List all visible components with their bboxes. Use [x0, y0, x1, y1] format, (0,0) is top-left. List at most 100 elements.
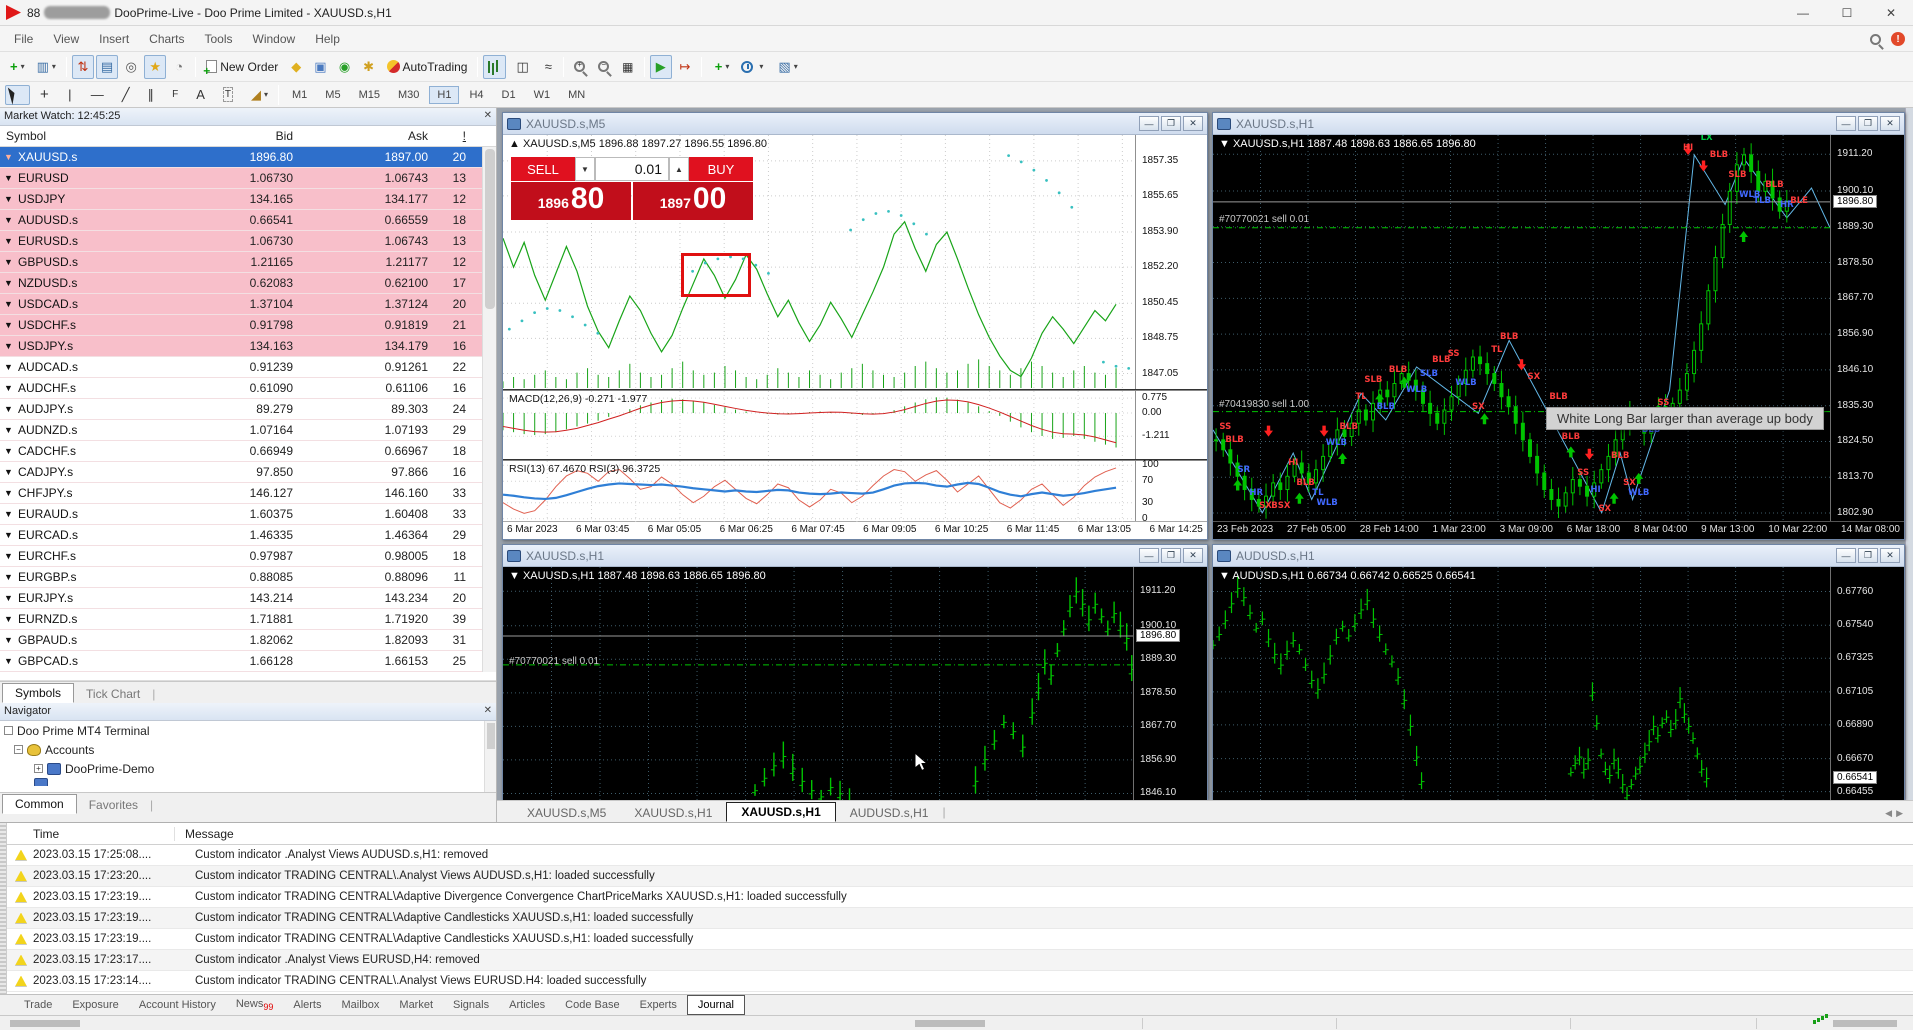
- minimize-button[interactable]: —: [1139, 548, 1159, 563]
- menu-item[interactable]: Tools: [195, 28, 243, 50]
- market-watch-row[interactable]: ▼ CHFJPY.s 146.127 146.160 33: [0, 483, 496, 504]
- timeframe-button[interactable]: D1: [494, 86, 524, 104]
- terminal-tab[interactable]: Code Base: [555, 996, 629, 1014]
- price-axis[interactable]: 1911.201900.101889.301878.501867.701856.…: [1830, 135, 1904, 521]
- market-watch-row[interactable]: ▼ NZDUSD.s 0.62083 0.62100 17: [0, 273, 496, 294]
- close-icon[interactable]: ✕: [484, 110, 492, 121]
- toolbar-button[interactable]: ✱: [358, 55, 380, 79]
- navigator-scrollbar[interactable]: [484, 721, 496, 792]
- zoom-button[interactable]: ▦: [617, 55, 639, 79]
- menu-item[interactable]: Charts: [139, 28, 194, 50]
- time-axis[interactable]: 23 Feb 202327 Feb 05:0028 Feb 14:001 Mar…: [1213, 521, 1904, 539]
- terminal-tab[interactable]: Journal: [687, 995, 745, 1015]
- chart-tool-button[interactable]: ▾: [736, 55, 768, 79]
- scroll-button[interactable]: ▶: [650, 55, 672, 79]
- market-watch-row[interactable]: ▼ USDCHF.s 0.91798 0.91819 21: [0, 315, 496, 336]
- navigator-tab[interactable]: Common: [2, 794, 77, 814]
- toolbar-toggle[interactable]: ⇅: [72, 55, 94, 79]
- market-watch-row[interactable]: ▼ GBPAUD.s 1.82062 1.82093 31: [0, 630, 496, 651]
- zoom-button[interactable]: +: [569, 55, 591, 79]
- market-watch-row[interactable]: ▼ EURUSD.s 1.06730 1.06743 13: [0, 231, 496, 252]
- rsi-axis[interactable]: 10070300: [1135, 461, 1207, 523]
- toolbar-button[interactable]: ◉: [334, 55, 356, 79]
- tree-expander-icon[interactable]: −: [14, 745, 23, 754]
- price-axis[interactable]: 1911.201900.101889.301878.501867.701856.…: [1133, 567, 1207, 800]
- market-watch-scrollbar[interactable]: [482, 147, 496, 672]
- chart-tool-button[interactable]: + ▾: [707, 55, 735, 79]
- market-watch-row[interactable]: ▼ USDJPY.s 134.163 134.179 16: [0, 336, 496, 357]
- toolbar-button[interactable]: ▣: [309, 55, 331, 79]
- menu-item[interactable]: View: [43, 28, 89, 50]
- journal-row[interactable]: 2023.03.15 17:23:20.... Custom indicator…: [7, 866, 1913, 887]
- timeframe-button[interactable]: M30: [390, 86, 427, 104]
- terminal-tab[interactable]: Articles: [499, 996, 555, 1014]
- rsi-indicator-pane[interactable]: RSI(13) 67.4670 RSI(3) 96.3725: [503, 461, 1135, 523]
- timeframe-button[interactable]: W1: [526, 86, 559, 104]
- toolbar-toggle[interactable]: ▤: [96, 55, 118, 79]
- market-watch-row[interactable]: ▼ AUDUSD.s 0.66541 0.66559 18: [0, 210, 496, 231]
- volume-stepper[interactable]: ▲: [669, 157, 689, 181]
- market-watch-row[interactable]: ▼ EURAUD.s 1.60375 1.60408 33: [0, 504, 496, 525]
- maximize-button[interactable]: ☐: [1825, 0, 1869, 26]
- toolbar-button[interactable]: ◆: [285, 55, 307, 79]
- market-watch-tab[interactable]: Symbols: [2, 683, 74, 703]
- drawing-tool-button[interactable]: |: [59, 85, 81, 105]
- terminal-tab[interactable]: News99: [226, 995, 284, 1015]
- market-watch-row[interactable]: ▼ CADJPY.s 97.850 97.866 16: [0, 462, 496, 483]
- timeframe-button[interactable]: H1: [429, 86, 459, 104]
- menu-item[interactable]: Insert: [89, 28, 139, 50]
- journal-row[interactable]: 2023.03.15 17:23:17.... Custom indicator…: [7, 950, 1913, 971]
- minimize-button[interactable]: —: [1139, 116, 1159, 131]
- minimize-button[interactable]: —: [1836, 116, 1856, 131]
- drawing-tool-button[interactable]: [5, 85, 30, 105]
- toolbar-toggle[interactable]: ◎: [120, 55, 142, 79]
- scroll-button[interactable]: ↦: [674, 55, 696, 79]
- chart-window-titlebar[interactable]: XAUUSD.s,H1 — ❐ ✕: [1213, 113, 1904, 135]
- tree-expander-icon[interactable]: +: [34, 764, 43, 773]
- market-watch-row[interactable]: ▼ EURNZD.s 1.71881 1.71920 39: [0, 609, 496, 630]
- h1-candle-chart[interactable]: ▼ XAUUSD.s,H1 1887.48 1898.63 1886.65 18…: [1213, 135, 1830, 521]
- toolbar-button[interactable]: + ▾: [5, 55, 30, 79]
- market-watch-row[interactable]: ▼ USDJPY 134.165 134.177 12: [0, 189, 496, 210]
- volume-input[interactable]: 0.01: [595, 157, 669, 181]
- close-icon[interactable]: ✕: [1183, 548, 1203, 563]
- terminal-tab[interactable]: Account History: [129, 996, 226, 1014]
- close-icon[interactable]: ✕: [1880, 548, 1900, 563]
- chart-type-button[interactable]: ≈: [536, 55, 558, 79]
- timeframe-button[interactable]: M5: [317, 86, 348, 104]
- close-icon[interactable]: ✕: [1183, 116, 1203, 131]
- drawing-tool-button[interactable]: T: [215, 85, 241, 105]
- terminal-tab[interactable]: Alerts: [283, 996, 331, 1014]
- market-watch-row[interactable]: ▼ XAUUSD.s 1896.80 1897.00 20: [0, 147, 496, 168]
- buy-button[interactable]: BUY: [689, 157, 753, 181]
- market-watch-row[interactable]: ▼ AUDCAD.s 0.91239 0.91261 22: [0, 357, 496, 378]
- price-axis[interactable]: 0.677600.675400.673250.671050.668900.666…: [1830, 567, 1904, 800]
- terminal-tab[interactable]: Signals: [443, 996, 499, 1014]
- time-axis[interactable]: 6 Mar 20236 Mar 03:456 Mar 05:056 Mar 06…: [503, 521, 1207, 539]
- navigator-tree-item[interactable]: + DooPrime-Demo: [34, 759, 496, 778]
- macd-indicator-pane[interactable]: MACD(12,26,9) -0.271 -1.977: [503, 391, 1135, 459]
- chart-tab[interactable]: XAUUSD.s,H1: [620, 804, 726, 822]
- chart-type-button[interactable]: [483, 55, 506, 79]
- notification-icon[interactable]: !: [1891, 32, 1905, 46]
- chart-tab[interactable]: XAUUSD.s,M5: [513, 804, 620, 822]
- navigator-titlebar[interactable]: Navigator ✕: [0, 703, 496, 721]
- restore-button[interactable]: ❐: [1858, 116, 1878, 131]
- minimize-button[interactable]: —: [1836, 548, 1856, 563]
- navigator-tree-item[interactable]: Doo Prime MT4 Terminal: [4, 721, 496, 740]
- panel-grip[interactable]: [0, 823, 7, 1015]
- market-watch-row[interactable]: ▼ EURGBP.s 0.88085 0.88096 11: [0, 567, 496, 588]
- toolbar-toggle[interactable]: ◔: [168, 55, 190, 79]
- chart-tab[interactable]: XAUUSD.s,H1: [726, 802, 835, 822]
- restore-button[interactable]: ❐: [1161, 116, 1181, 131]
- drawing-tool-button[interactable]: —: [83, 85, 112, 105]
- toolbar-button[interactable]: ▥ ▾: [32, 55, 61, 79]
- journal-row[interactable]: 2023.03.15 17:23:19.... Custom indicator…: [7, 908, 1913, 929]
- journal-row[interactable]: 2023.03.15 17:25:08.... Custom indicator…: [7, 845, 1913, 866]
- chart-type-button[interactable]: ◫: [508, 55, 533, 79]
- terminal-tab[interactable]: Experts: [630, 996, 687, 1014]
- market-watch-titlebar[interactable]: Market Watch: 12:45:25 ✕: [0, 108, 496, 126]
- close-icon[interactable]: ✕: [484, 705, 492, 716]
- navigator-tree-item[interactable]: − Accounts: [14, 740, 496, 759]
- journal-row[interactable]: 2023.03.15 17:23:19.... Custom indicator…: [7, 887, 1913, 908]
